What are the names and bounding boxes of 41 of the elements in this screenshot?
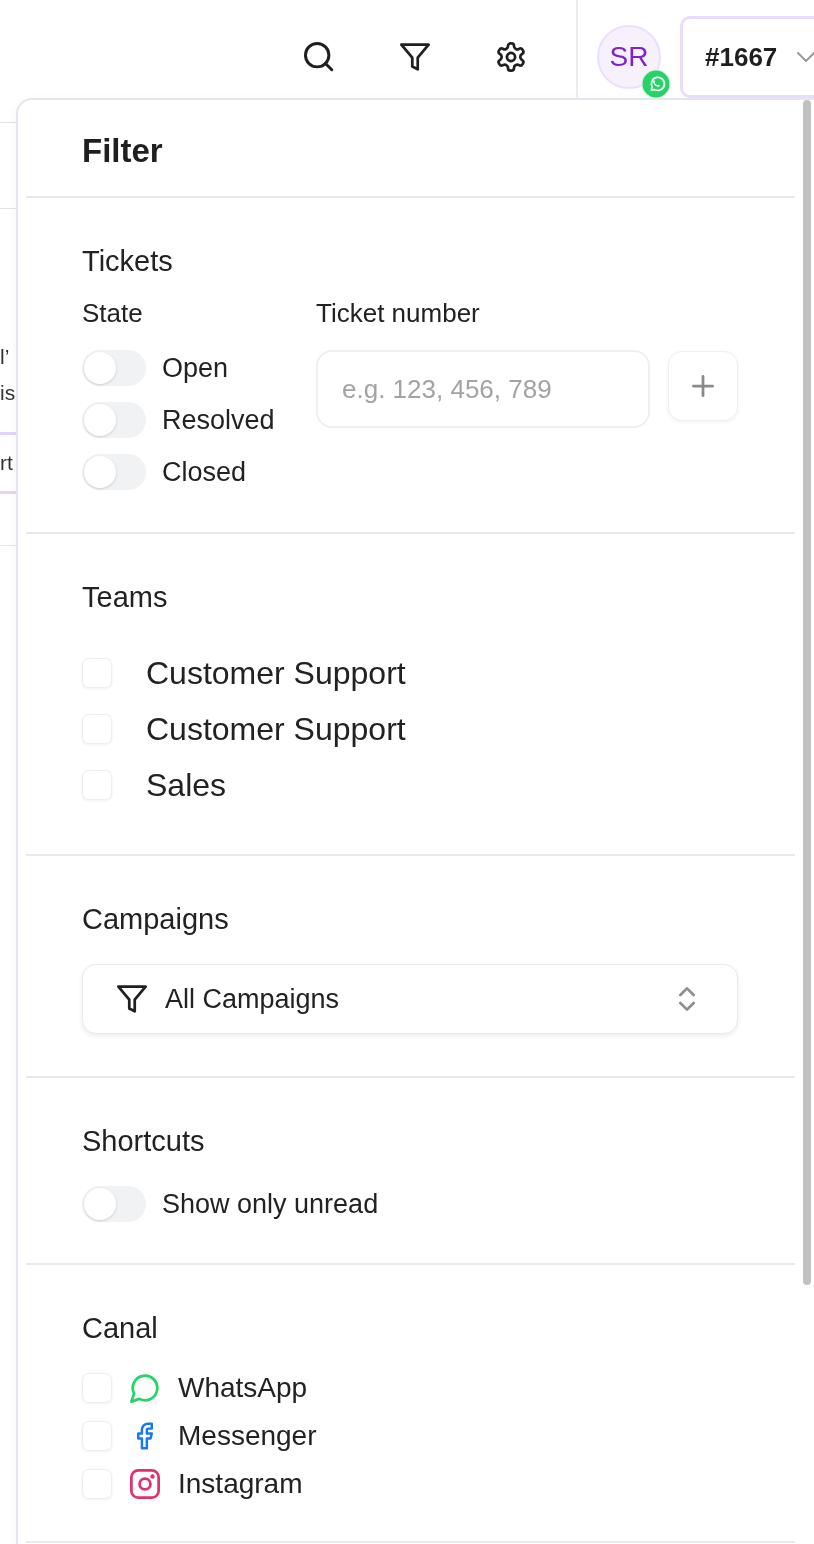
checkbox-label: Customer Support [146, 654, 406, 692]
settings-icon[interactable] [496, 42, 526, 72]
toggle-switch[interactable] [82, 402, 146, 438]
filter-icon [117, 985, 147, 1013]
caret-icon [797, 52, 814, 62]
add-button[interactable] [668, 351, 738, 421]
plus-icon [692, 375, 714, 397]
cut-off-text: l’ [0, 344, 11, 370]
cut-off-text: rt [0, 450, 14, 476]
section-heading: Tickets [82, 244, 174, 279]
camera-icon [130, 1469, 160, 1499]
field-label: Ticket number [316, 298, 481, 328]
ticket-number-input[interactable]: e.g. 123, 456, 789 [316, 350, 650, 428]
section-heading: Teams [82, 580, 169, 615]
search-icon[interactable] [304, 42, 334, 72]
toggle-label: Show only unread [162, 1188, 379, 1220]
toggle-switch[interactable] [82, 1186, 146, 1222]
campaign-select[interactable]: All Campaigns [82, 964, 738, 1034]
toggle-switch[interactable] [82, 350, 146, 386]
toggle-label: Open [162, 352, 229, 384]
ticket-selector[interactable]: #1667 [680, 16, 814, 98]
checkbox-label: Messenger [178, 1420, 317, 1452]
f-logo-icon [137, 1422, 153, 1450]
toggle-switch[interactable] [82, 454, 146, 490]
checkbox-label: Customer Support [146, 710, 406, 748]
scrollbar-thumb[interactable] [803, 100, 811, 1285]
section-heading: Campaigns [82, 902, 230, 937]
checkbox-label: Instagram [178, 1468, 303, 1500]
chat-bubble-icon [130, 1373, 160, 1403]
chevron-up-down-icon [679, 986, 695, 1012]
section-heading: Shortcuts [82, 1124, 206, 1159]
cut-off-text: is [0, 380, 16, 406]
field-label: State [82, 298, 144, 328]
toggle-label: Closed [162, 456, 247, 488]
checkbox-label: Sales [146, 766, 227, 804]
filter-icon[interactable] [400, 42, 430, 72]
checkbox-label: WhatsApp [178, 1372, 308, 1404]
section-heading: Canal [82, 1311, 159, 1346]
panel-title: Filter [81, 131, 164, 171]
toggle-label: Resolved [162, 404, 275, 436]
avatar[interactable]: SR [597, 25, 661, 89]
